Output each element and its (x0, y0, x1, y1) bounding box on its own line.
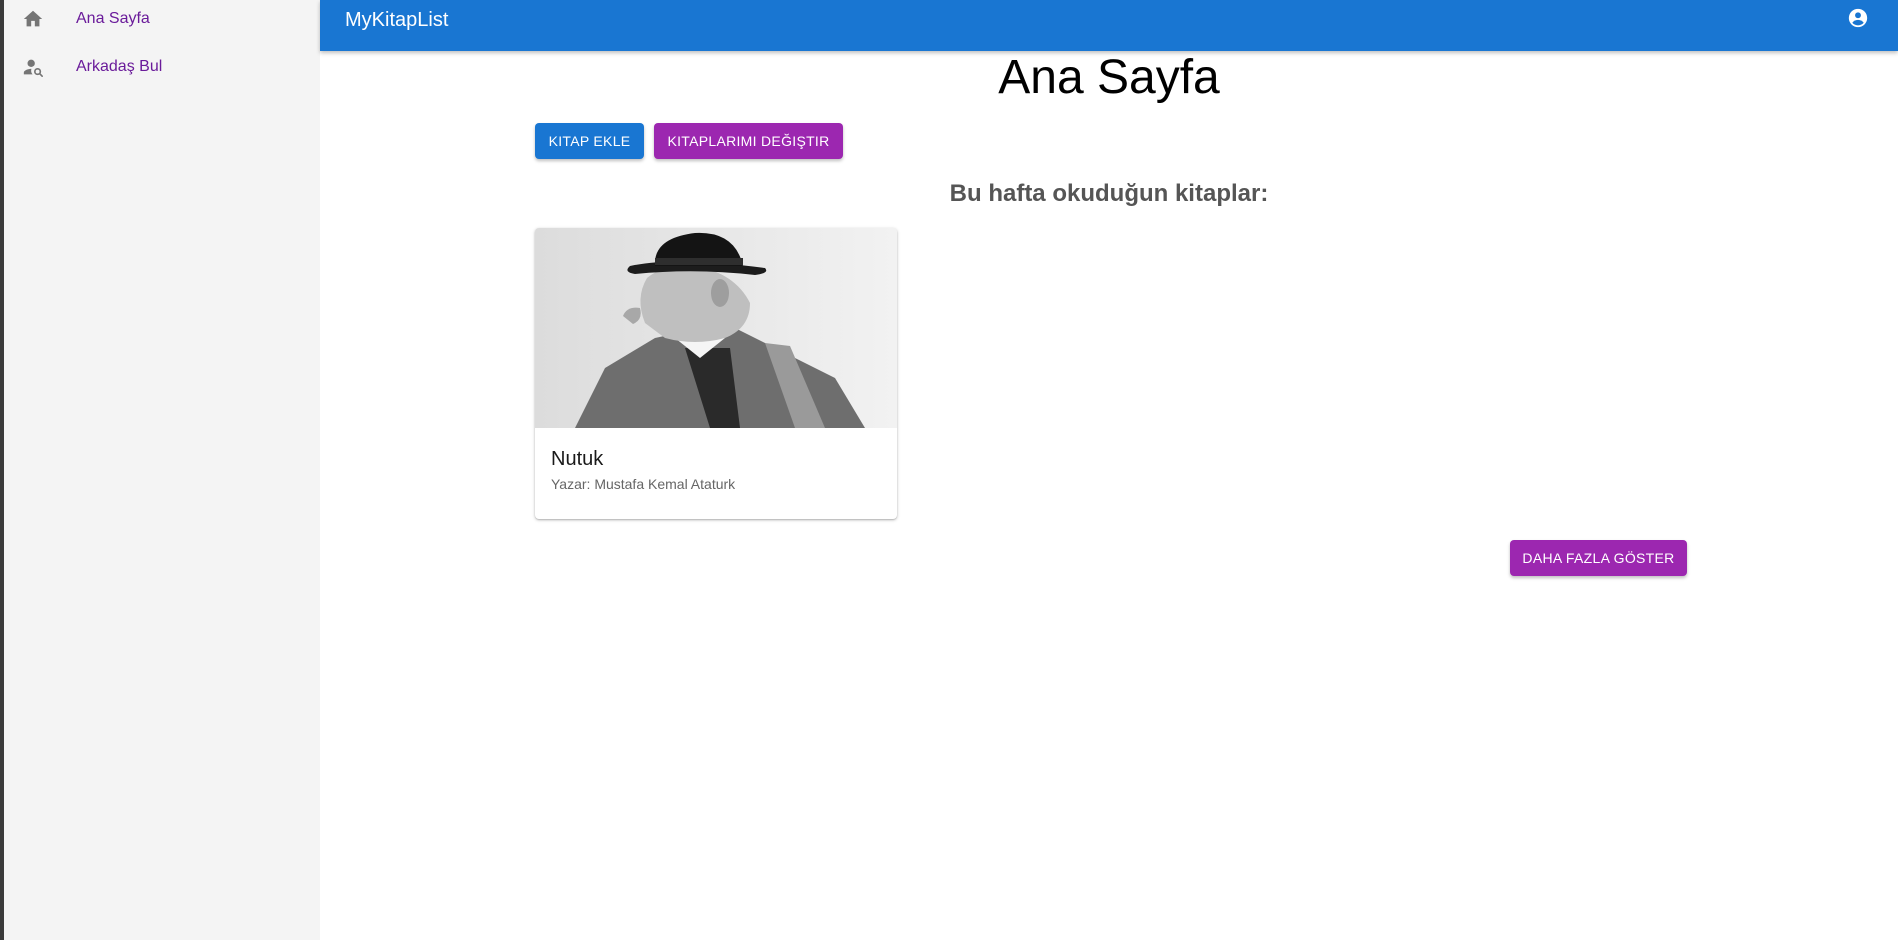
sidebar: Ana Sayfa Arkadaş Bul (4, 0, 320, 940)
book-title: Nutuk (551, 448, 604, 470)
app-title: MyKitapList (345, 9, 449, 31)
book-cover-image (535, 228, 897, 428)
book-author: Yazar: Mustafa Kemal Ataturk (551, 476, 736, 492)
page-title: Ana Sayfa (998, 51, 1220, 104)
change-books-button[interactable]: KITAPLARIMI DEĞIŞTIR (654, 123, 843, 159)
app-window: Ana Sayfa Arkadaş Bul MyKitapList Ana Sa… (0, 0, 1898, 947)
sidebar-item-label: Ana Sayfa (76, 10, 150, 27)
home-icon (21, 7, 45, 31)
bottom-strip (0, 940, 1898, 947)
book-card[interactable]: Nutuk Yazar: Mustafa Kemal Ataturk (535, 228, 897, 519)
show-more-button[interactable]: DAHA FAZLA GÖSTER (1510, 540, 1687, 576)
sidebar-item-ana-sayfa[interactable]: Ana Sayfa (4, 0, 320, 41)
section-title: Bu hafta okuduğun kitaplar: (949, 180, 1269, 207)
account-circle-icon (1847, 7, 1869, 34)
sidebar-item-label: Arkadaş Bul (76, 58, 163, 75)
app-bar: MyKitapList (320, 0, 1898, 51)
person-search-icon (21, 55, 45, 79)
add-book-button[interactable]: KITAP EKLE (535, 123, 644, 159)
account-button[interactable] (1846, 8, 1870, 32)
sidebar-item-arkadas-bul[interactable]: Arkadaş Bul (4, 45, 320, 89)
